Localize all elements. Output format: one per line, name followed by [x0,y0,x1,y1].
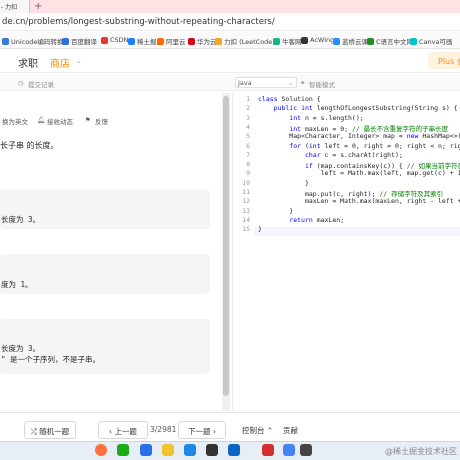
bookmark-csdn[interactable]: CSDN [101,36,129,44]
feedback-button[interactable]: 反馈 [95,116,108,126]
app-icon[interactable] [262,444,274,456]
bookmark-icon [157,37,164,45]
code-line[interactable]: public int lengthOfLongestSubstring(Stri… [258,104,458,112]
nav-jobs[interactable]: 求职 [18,55,38,70]
bookmark-acwing[interactable]: AcWing [301,36,334,44]
nav-shop[interactable]: 商店 [50,55,70,70]
chevron-down-icon: ⌄ [288,79,294,87]
code-line[interactable]: Map<Character, Integer> map = new HashMa… [258,132,460,140]
bookmark-huaweicloud[interactable]: 华为云 [188,36,217,46]
tab-title: - 力扣 [1,4,18,11]
bookmark-leetcode[interactable]: 力扣 (LeetCode) [215,36,275,46]
line-number: 6 [246,141,250,150]
line-number: 12 [242,197,250,206]
bookmark-nowcoder[interactable]: 牛客网 [273,36,302,46]
new-tab-button[interactable]: + [34,1,42,12]
code-line[interactable]: int n = s.length(); [258,114,363,122]
line-number: 15 [242,225,250,234]
bookmark-icon [2,37,9,45]
bookmark-icon [215,37,222,45]
bookmark-icon [128,37,135,45]
bookmark-icon [367,37,374,45]
chevron-down-icon[interactable]: ⌄ [76,57,82,65]
smart-mode-toggle[interactable]: 智能模式 [309,79,335,89]
line-number: 10 [242,178,250,187]
bookmark-icon [101,36,108,44]
wechat-icon[interactable] [117,444,129,456]
code-line[interactable]: maxLen = Math.max(maxLen, right - left +… [258,197,460,205]
browser-tab[interactable]: - 力扣 [0,0,30,13]
editor-subbar [0,74,460,91]
random-problem-button[interactable]: ⤮ 随机一题 [24,421,76,439]
smart-mode-icon: ✦ [300,79,306,87]
bookmark-unicode[interactable]: Unicode编码转换 [2,36,63,46]
line-number: 8 [246,160,250,169]
bookmark-icon [301,36,308,44]
line-number: 9 [246,169,250,178]
code-line[interactable]: class Solution { [258,95,321,103]
bookmark-c-biancheng[interactable]: C语言中文网 [367,36,413,46]
submissions-tab[interactable]: 提交记录 [28,79,54,89]
bookmark-icon [333,37,340,45]
line-number: 2 [246,104,250,113]
bookmark-lanqiao[interactable]: 蓝桥云课 [333,36,368,46]
folder-icon[interactable] [162,444,174,456]
line-number: 7 [246,150,250,159]
scrollbar-thumb[interactable] [223,96,229,396]
bookmark-baidu-translate[interactable]: 百度翻译 [62,36,97,46]
line-number: 1 [246,95,250,103]
code-line[interactable]: left = Math.max(left, map.get(c) + 1); [258,169,460,177]
bookmark-aliyun[interactable]: 阿里云 [157,36,186,46]
code-line[interactable]: } [258,179,309,187]
current-line-highlight [254,227,460,236]
code-line[interactable]: return maxLen; [258,216,344,224]
watermark-text: @稀土掘金技术社区 [385,447,457,456]
line-number: 13 [242,206,250,215]
example-output: 长度为 3。 [1,344,41,353]
url-text[interactable]: de.cn/problems/longest-substring-without… [2,17,275,27]
app-icon[interactable] [300,444,312,456]
prev-problem-button[interactable]: ‹ 上一题 [98,421,148,439]
line-number: 3 [246,113,250,122]
problem-description: 长子串 的长度。 [0,141,59,150]
bookmark-icon [410,37,417,45]
line-number: 5 [246,132,250,141]
line-number: 14 [242,215,250,224]
line-number: 11 [242,188,250,196]
language-value: Java [238,79,252,87]
bookmark-icon [62,37,69,45]
code-line[interactable]: } [258,207,293,215]
plus-membership-button[interactable]: Plus 会 [428,52,460,69]
translate-button[interactable]: 换为英文 [2,116,28,126]
chevron-right-icon: › [210,427,216,436]
code-line[interactable]: } [258,225,262,233]
code-line[interactable]: char c = s.charAt(right); [258,151,403,159]
example-explanation: " 是一个子序列，不是子串。 [1,355,101,364]
example-output: 度为 1。 [1,280,33,289]
app-icon[interactable] [184,444,196,456]
shuffle-icon: ⤮ [30,427,40,436]
bookmark-icon [273,37,280,45]
bell-icon: 🔔︎ [37,116,46,124]
bookmark-canva[interactable]: Canva可画 [410,36,452,46]
next-problem-button[interactable]: 下一题 › [178,421,226,439]
line-number: 4 [246,122,250,131]
app-icon[interactable] [140,444,152,456]
app-icon[interactable] [206,444,218,456]
flag-icon: ⚑ [85,116,91,124]
bookmark-icon [188,37,195,45]
app-icon[interactable] [228,444,240,456]
browser-tab-strip [0,0,460,13]
app-icon[interactable] [283,444,295,456]
code-line[interactable]: for (int left = 0, right = 0; right < n;… [258,142,460,150]
example-output: 长度为 3。 [1,215,41,224]
history-icon: ◷ [18,79,24,87]
subscribe-button[interactable]: 接收动态 [47,116,73,126]
firefox-icon[interactable] [95,444,107,456]
